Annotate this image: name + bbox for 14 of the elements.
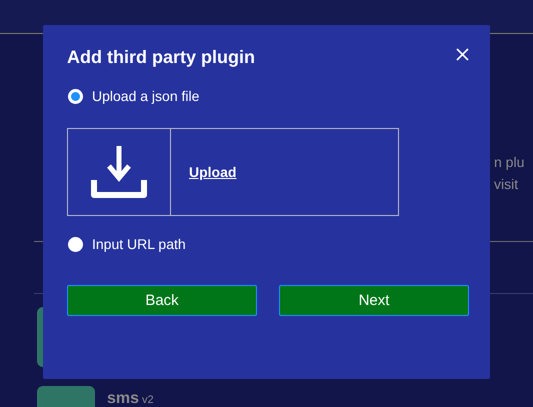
radio-button[interactable] xyxy=(68,236,83,252)
download-icon xyxy=(91,146,147,198)
close-icon[interactable] xyxy=(456,48,469,61)
back-button[interactable]: Back xyxy=(67,285,257,316)
next-button[interactable]: Next xyxy=(279,285,469,316)
plugin-version: v2 xyxy=(142,394,154,406)
option-label: Input URL path xyxy=(92,236,186,252)
upload-link[interactable]: Upload xyxy=(189,164,236,180)
dialog-title: Add third party plugin xyxy=(67,47,255,68)
paragraph-text: visit xyxy=(494,175,520,194)
radio-button[interactable] xyxy=(68,88,83,104)
plugin-name: sms xyxy=(107,390,140,407)
paragraph-text: n plu xyxy=(494,153,524,172)
option-label: Upload a json file xyxy=(92,88,200,104)
